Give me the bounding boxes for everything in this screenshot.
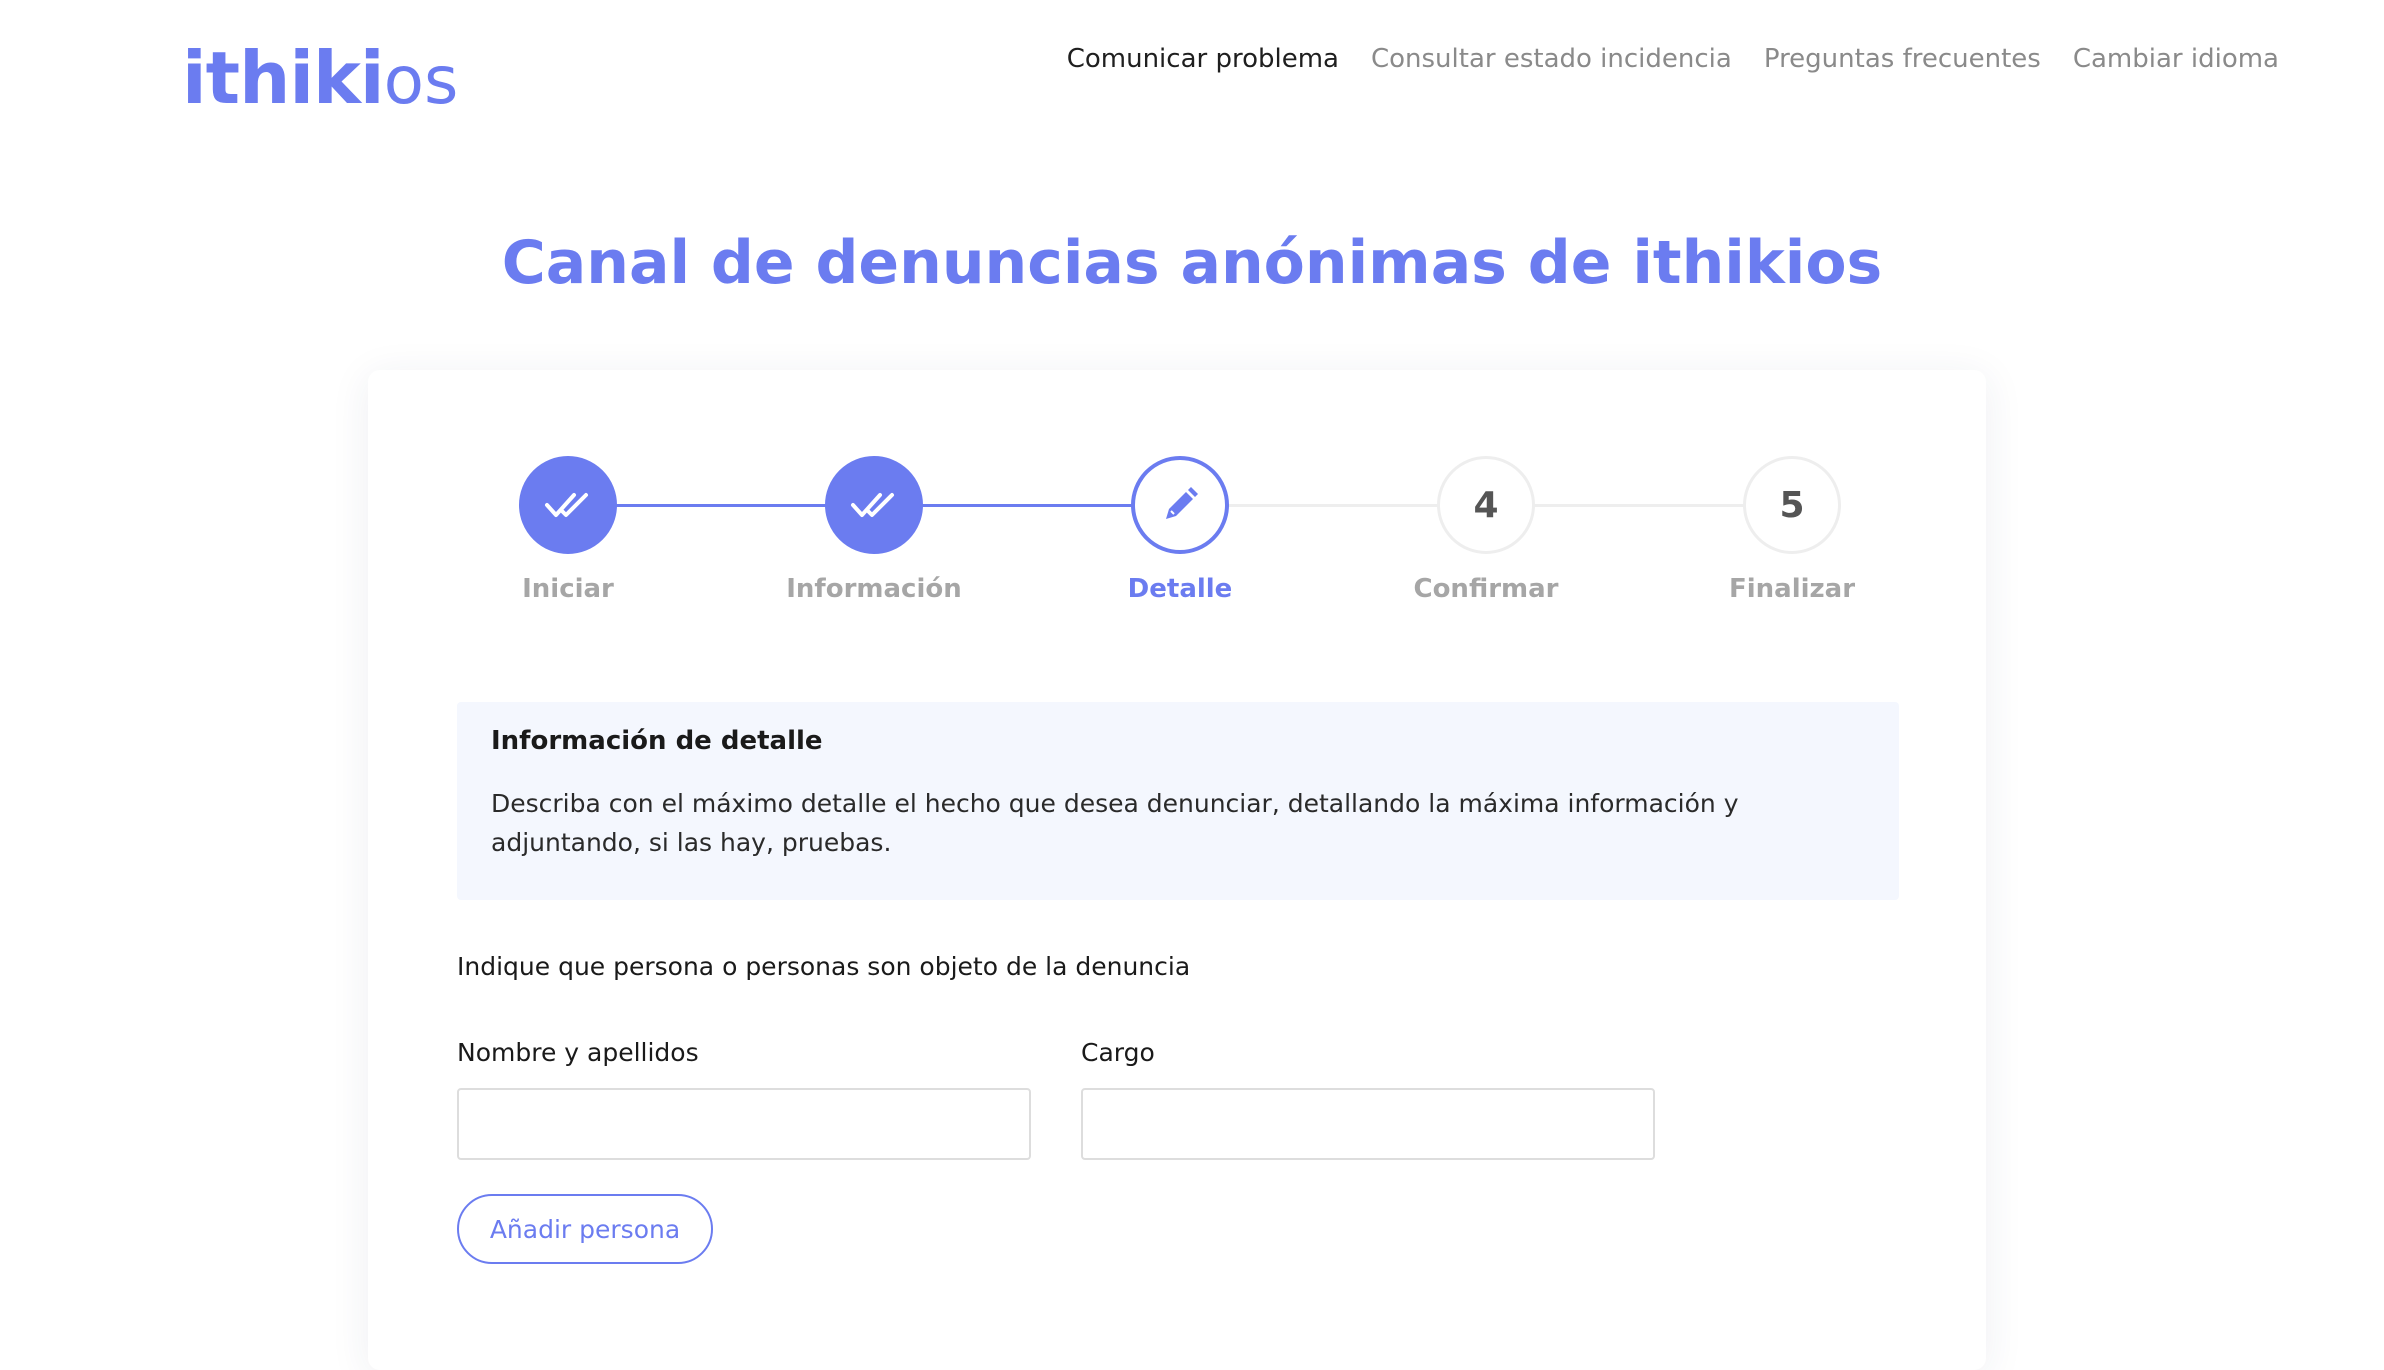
step-informacion[interactable]: Información [744, 456, 1004, 604]
form-card: Iniciar Información Detalle 4 Confirmar … [368, 370, 1986, 1370]
name-label: Nombre y apellidos [457, 1038, 699, 1067]
nav-item-preguntas-frecuentes[interactable]: Preguntas frecuentes [1764, 44, 2041, 74]
step-label-informacion: Información [786, 574, 962, 604]
double-check-icon [545, 493, 588, 517]
add-person-button[interactable]: Añadir persona [457, 1194, 713, 1264]
step-confirmar[interactable]: 4 Confirmar [1356, 456, 1616, 604]
page-title: Canal de denuncias anónimas de ithikios [501, 228, 1883, 298]
main-nav: Comunicar problema Consultar estado inci… [1067, 44, 2279, 74]
step-detalle[interactable]: Detalle [1050, 456, 1310, 604]
logo-text-light: os [383, 42, 459, 119]
nav-item-comunicar-problema[interactable]: Comunicar problema [1067, 44, 1339, 74]
logo-text-bold: ithiki [182, 36, 385, 120]
step-circle-informacion [825, 456, 923, 554]
role-input[interactable] [1081, 1088, 1655, 1160]
step-finalizar[interactable]: 5 Finalizar [1662, 456, 1922, 604]
progress-stepper: Iniciar Información Detalle 4 Confirmar … [368, 370, 1986, 640]
step-circle-iniciar [519, 456, 617, 554]
step-label-iniciar: Iniciar [522, 574, 614, 604]
ithikios-logo[interactable]: ithiki os [182, 34, 458, 114]
nav-item-consultar-estado[interactable]: Consultar estado incidencia [1371, 44, 1732, 74]
header: ithiki os Comunicar problema Consultar es… [0, 0, 2384, 130]
nav-item-cambiar-idioma[interactable]: Cambiar idioma [2073, 44, 2279, 74]
step-label-finalizar: Finalizar [1728, 574, 1856, 604]
step-iniciar[interactable]: Iniciar [438, 456, 698, 604]
info-title: Información de detalle [491, 726, 823, 756]
pencil-icon [1166, 487, 1198, 519]
step-circle-finalizar: 5 [1743, 456, 1841, 554]
detail-info-box: Información de detalle Describa con el m… [457, 702, 1899, 900]
name-input[interactable] [457, 1088, 1031, 1160]
info-text: Describa con el máximo detalle el hecho … [491, 789, 1739, 857]
persons-section-heading: Indique que persona o personas son objet… [457, 952, 1191, 981]
step-circle-confirmar: 4 [1437, 456, 1535, 554]
double-check-icon [851, 493, 894, 517]
step-circle-detalle [1131, 456, 1229, 554]
step-label-confirmar: Confirmar [1413, 574, 1559, 604]
step-label-detalle: Detalle [1127, 574, 1233, 604]
role-label: Cargo [1081, 1038, 1155, 1067]
